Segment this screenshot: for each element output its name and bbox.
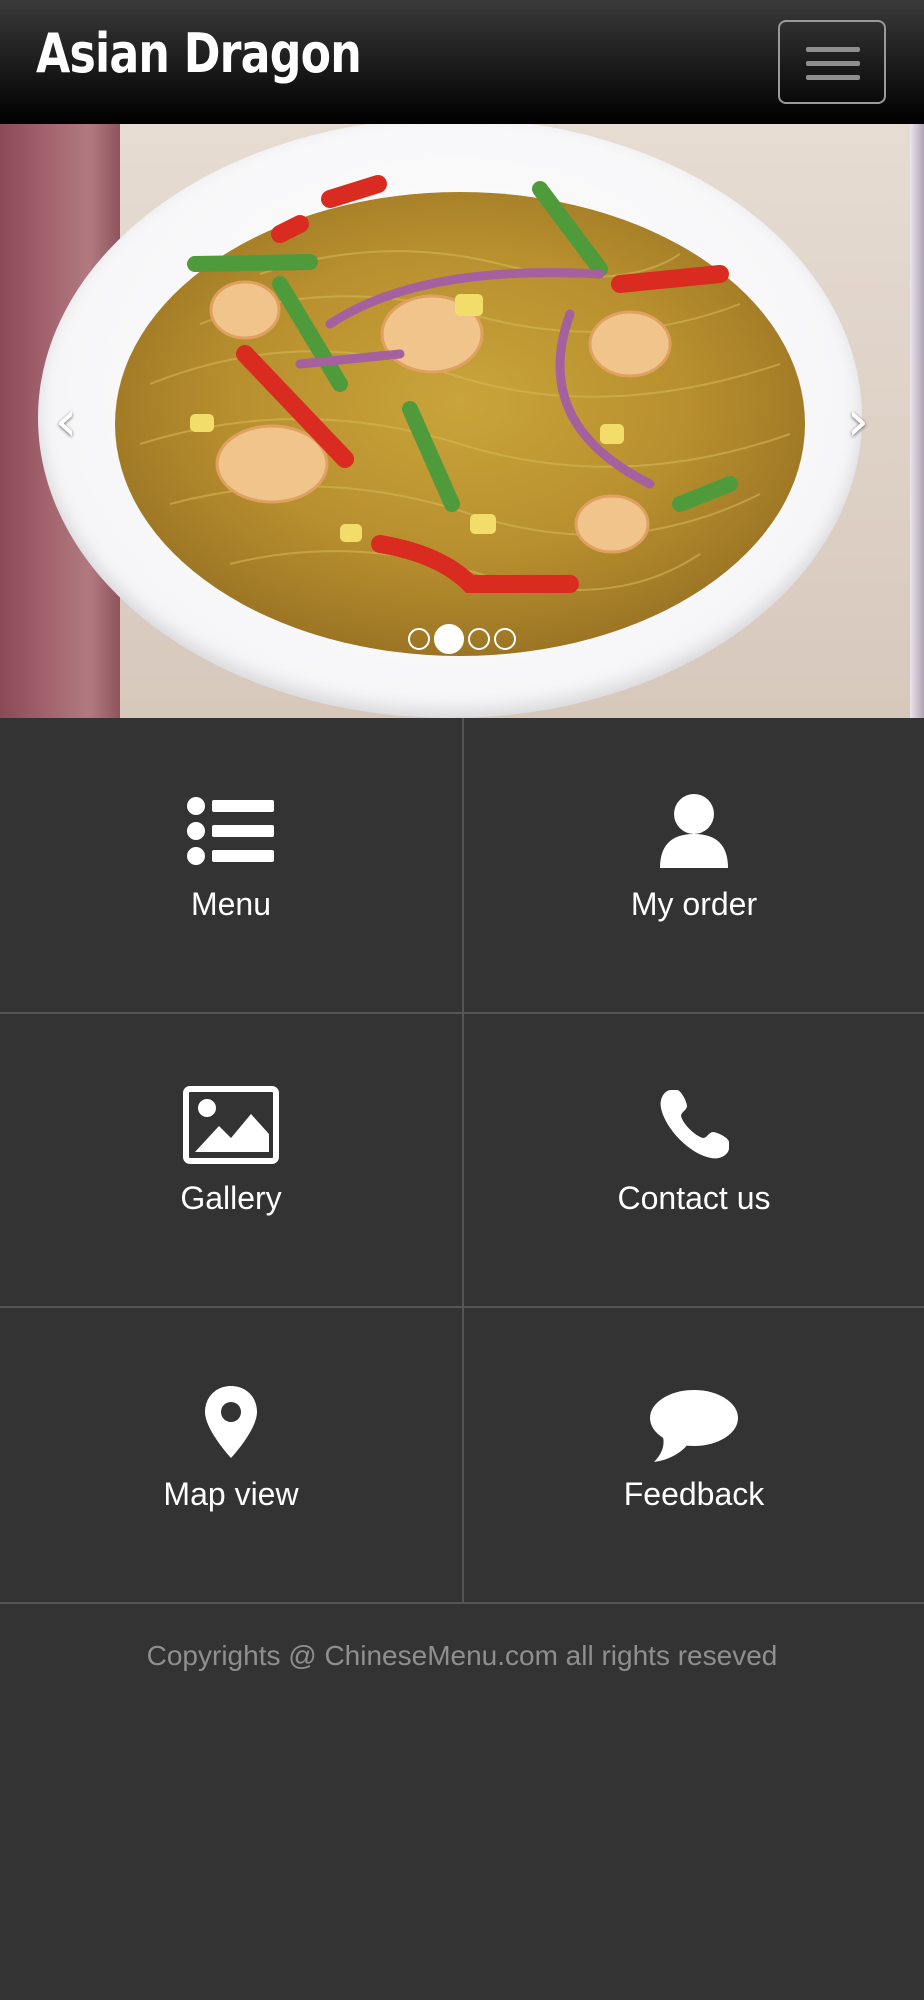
carousel-indicator-dot[interactable]: [408, 628, 430, 650]
my-order-tile[interactable]: My order: [464, 718, 924, 1014]
contact-us-tile-label: Contact us: [617, 1180, 771, 1216]
feedback-tile-label: Feedback: [623, 1476, 765, 1512]
map-view-tile[interactable]: Map view: [0, 1308, 464, 1604]
carousel-indicator-dot[interactable]: [434, 624, 464, 654]
map-view-tile-label: Map view: [163, 1476, 299, 1512]
footer: Copyrights @ ChineseMenu.com all rights …: [0, 1604, 924, 2000]
carousel-next-button[interactable]: ›: [828, 392, 888, 452]
carousel-indicators: [0, 624, 924, 654]
carousel-prev-button[interactable]: ‹: [36, 392, 96, 452]
gallery-tile-label: Gallery: [180, 1180, 282, 1216]
chat-bubble-icon: [464, 1388, 924, 1469]
gallery-tile[interactable]: Gallery: [0, 1014, 464, 1308]
map-pin-icon: [0, 1384, 462, 1465]
list-icon: [0, 796, 462, 871]
my-order-tile-label: My order: [630, 886, 758, 922]
top-navbar: Asian Dragon: [0, 0, 924, 124]
carousel-indicator-dot[interactable]: [468, 628, 490, 650]
image-icon: [0, 1086, 462, 1169]
menu-toggle-button[interactable]: [778, 20, 886, 104]
contact-us-tile[interactable]: Contact us: [464, 1014, 924, 1308]
user-icon: [464, 792, 924, 873]
brand-title[interactable]: Asian Dragon: [36, 22, 362, 85]
chevron-left-icon: ‹: [54, 389, 78, 454]
phone-icon: [464, 1088, 924, 1167]
feedback-tile[interactable]: Feedback: [464, 1308, 924, 1604]
image-carousel[interactable]: ‹ ›: [0, 124, 924, 718]
carousel-indicator-dot[interactable]: [494, 628, 516, 650]
copyright-text: Copyrights @ ChineseMenu.com all rights …: [146, 1640, 778, 1671]
menu-tile[interactable]: Menu: [0, 718, 464, 1014]
chevron-right-icon: ›: [846, 389, 870, 454]
menu-tile-label: Menu: [190, 886, 272, 922]
